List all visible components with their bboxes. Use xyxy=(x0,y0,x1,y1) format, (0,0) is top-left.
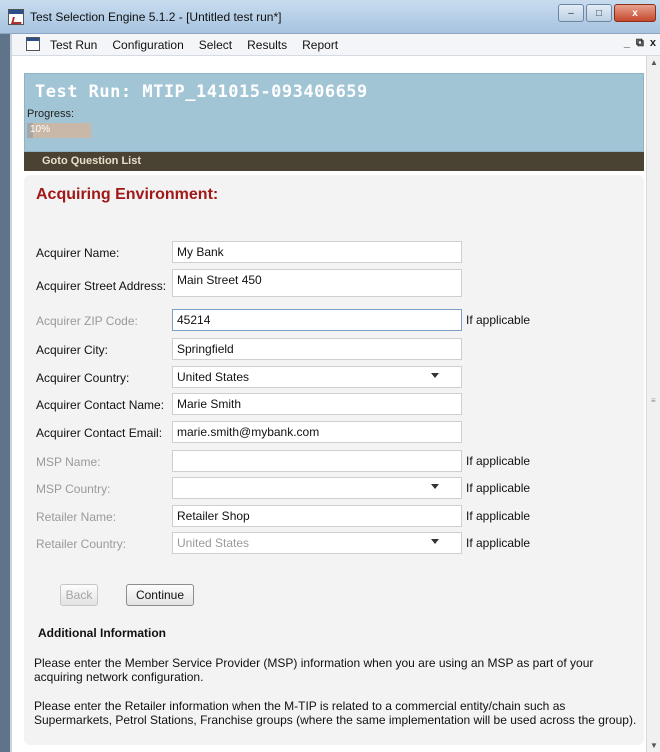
menu-configuration[interactable]: Configuration xyxy=(112,38,183,52)
scroll-grip-icon[interactable]: ≡ xyxy=(651,396,656,405)
acquirer-street-input[interactable]: Main Street 450 xyxy=(172,269,462,297)
retailer-name-note: If applicable xyxy=(466,509,531,523)
app-icon xyxy=(8,9,24,25)
continue-button[interactable]: Continue xyxy=(126,584,194,606)
menu-bar: Test Run Configuration Select Results Re… xyxy=(12,34,660,56)
acquirer-contact-email-input[interactable] xyxy=(172,421,462,443)
acquirer-name-input[interactable] xyxy=(172,241,462,263)
msp-country-label: MSP Country: xyxy=(36,482,111,496)
acquirer-contact-name-label: Acquirer Contact Name: xyxy=(36,398,165,412)
acquirer-city-input[interactable] xyxy=(172,338,462,360)
window-title-bar[interactable]: Test Selection Engine 5.1.2 - [Untitled … xyxy=(0,0,660,34)
scroll-up-arrow-icon[interactable]: ▲ xyxy=(650,58,658,67)
menu-report[interactable]: Report xyxy=(302,38,338,52)
retailer-name-input[interactable] xyxy=(172,505,462,527)
retailer-country-label: Retailer Country: xyxy=(36,537,127,551)
acquirer-contact-email-label: Acquirer Contact Email: xyxy=(36,426,163,440)
maximize-button[interactable]: □ xyxy=(586,4,612,22)
scroll-down-arrow-icon[interactable]: ▼ xyxy=(650,741,658,750)
navigation-band: Goto Question List xyxy=(24,152,644,171)
chevron-down-icon xyxy=(431,484,439,489)
menu-select[interactable]: Select xyxy=(199,38,232,52)
progress-bar: 10% xyxy=(27,123,91,138)
msp-name-label: MSP Name: xyxy=(36,455,101,469)
msp-name-note: If applicable xyxy=(466,454,531,468)
additional-info-msp-text: Please enter the Member Service Provider… xyxy=(34,656,594,684)
goto-question-list-link[interactable]: Goto Question List xyxy=(42,155,141,167)
document-icon[interactable] xyxy=(26,37,40,51)
progress-label: Progress: xyxy=(27,108,75,120)
window-controls: – □ x xyxy=(558,4,656,22)
window-title: Test Selection Engine 5.1.2 - [Untitled … xyxy=(30,10,282,24)
additional-info-title: Additional Information xyxy=(38,626,166,640)
msp-country-note: If applicable xyxy=(466,481,531,495)
minimize-button[interactable]: – xyxy=(558,4,584,22)
test-run-header: Test Run: MTIP_141015-093406659 Progress… xyxy=(24,73,644,152)
close-button[interactable]: x xyxy=(614,4,656,22)
retailer-name-label: Retailer Name: xyxy=(36,510,117,524)
acquirer-zip-label: Acquirer ZIP Code: xyxy=(36,314,138,328)
msp-name-input[interactable] xyxy=(172,450,462,472)
acquirer-city-label: Acquirer City: xyxy=(36,343,109,357)
doc-minimize-button[interactable]: _ xyxy=(624,37,630,50)
retailer-country-note: If applicable xyxy=(466,536,531,550)
msp-country-select[interactable] xyxy=(172,477,462,499)
additional-info-retailer-text: Please enter the Retailer information wh… xyxy=(34,699,637,727)
acquirer-zip-note: If applicable xyxy=(466,313,531,327)
menu-test-run[interactable]: Test Run xyxy=(50,38,97,52)
menu-results[interactable]: Results xyxy=(247,38,287,52)
chevron-down-icon xyxy=(431,539,439,544)
document-window-controls: _ ⧉ x xyxy=(624,37,656,50)
doc-restore-button[interactable]: ⧉ xyxy=(636,37,644,50)
chevron-down-icon xyxy=(431,373,439,378)
acquirer-country-value: United States xyxy=(177,370,250,384)
progress-text: 10% xyxy=(30,124,51,135)
acquirer-contact-name-input[interactable] xyxy=(172,393,462,415)
back-button[interactable]: Back xyxy=(60,584,98,606)
run-title: Test Run: MTIP_141015-093406659 xyxy=(35,82,368,102)
doc-close-button[interactable]: x xyxy=(650,37,656,50)
acquirer-zip-input[interactable] xyxy=(172,309,462,331)
vertical-scrollbar[interactable]: ▲ ≡ ▼ xyxy=(646,56,660,752)
retailer-country-value: United States xyxy=(177,536,250,550)
acquirer-name-label: Acquirer Name: xyxy=(36,246,120,260)
acquirer-country-select[interactable]: United States xyxy=(172,366,462,388)
acquirer-country-label: Acquirer Country: xyxy=(36,371,130,385)
acquirer-street-label: Acquirer Street Address: xyxy=(36,279,167,293)
retailer-country-select[interactable]: United States xyxy=(172,532,462,554)
section-title: Acquiring Environment: xyxy=(36,186,219,203)
window-frame-left xyxy=(0,34,12,752)
